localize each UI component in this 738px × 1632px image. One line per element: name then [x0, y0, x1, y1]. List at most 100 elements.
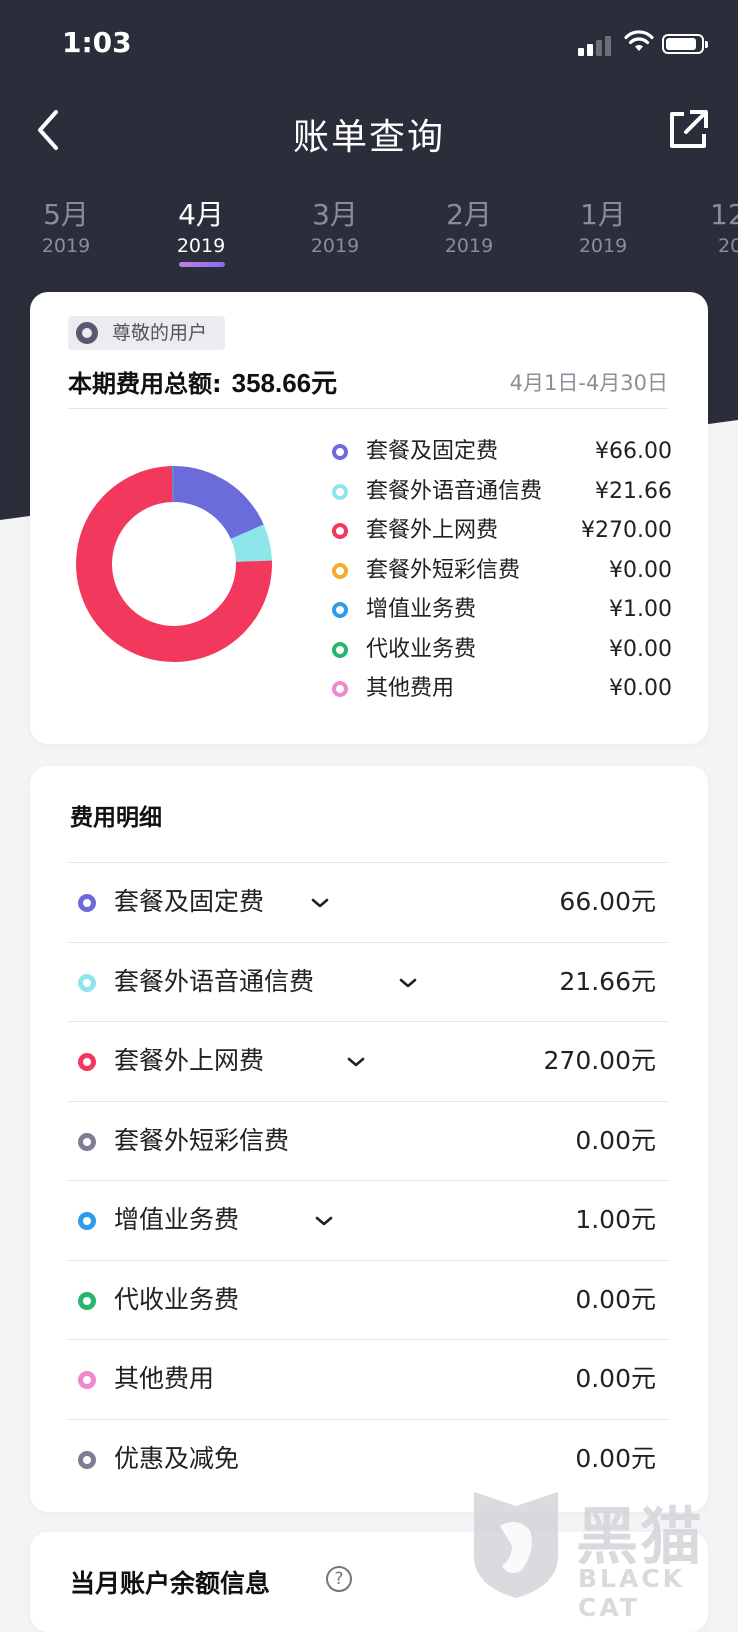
fee-legend: 套餐及固定费 ¥66.00 套餐外语音通信费 ¥21.66 套餐外上网费 ¥270.00 套…	[332, 432, 672, 709]
chevron-down-icon[interactable]	[346, 1056, 366, 1068]
tab-month-5[interactable]: 5月 2019	[16, 198, 116, 258]
fee-item-value: 66.00元	[559, 887, 656, 916]
tab-month-1[interactable]: 1月 2019	[553, 198, 653, 258]
balance-title: 当月账户余额信息	[70, 1569, 271, 1598]
legend-item: 增值业务费 ¥1.00	[332, 590, 672, 630]
status-bar: 1:03	[0, 0, 738, 90]
legend-dot-icon	[332, 681, 348, 697]
legend-value: ¥1.00	[609, 597, 672, 622]
fee-item-name: 代收业务费	[114, 1284, 240, 1314]
user-tag: 尊敬的用户	[68, 316, 226, 350]
fee-item-value: 0.00元	[575, 1125, 656, 1155]
fee-detail-row[interactable]: 套餐外上网费 270.00元	[68, 1021, 668, 1101]
tab-month-12[interactable]: 12 20	[686, 198, 738, 258]
help-icon[interactable]: ?	[326, 1566, 352, 1592]
fee-item-name: 其他费用	[114, 1364, 215, 1393]
fee-dot-icon	[78, 894, 96, 912]
user-icon	[76, 322, 98, 344]
legend-value: ¥0.00	[609, 557, 672, 583]
fee-item-value: 21.66元	[559, 966, 656, 996]
tab-month-label: 5月	[43, 198, 89, 231]
legend-label: 套餐外语音通信费	[366, 478, 543, 504]
fee-detail-row[interactable]: 套餐及固定费 66.00元	[68, 862, 668, 942]
legend-dot-icon	[332, 444, 348, 460]
tab-month-label: 4月	[178, 198, 224, 231]
fee-item-value: 270.00元	[543, 1046, 656, 1075]
fee-detail-row: 优惠及减免 0.00元	[68, 1418, 668, 1499]
active-tab-underline	[179, 262, 225, 267]
tab-year-label: 2019	[444, 235, 494, 257]
fee-detail-row[interactable]: 套餐外语音通信费 21.66元	[68, 941, 668, 1022]
legend-item: 套餐外上网费 ¥270.00	[332, 511, 672, 551]
legend-label: 套餐及固定费	[366, 439, 499, 464]
fee-item-value: 0.00元	[575, 1284, 656, 1314]
billing-period: 4月1日-4月30日	[509, 371, 668, 395]
tab-year-label: 2019	[578, 235, 628, 257]
tab-year-label: 2019	[310, 235, 360, 257]
legend-dot-icon	[332, 602, 348, 618]
legend-value: ¥0.00	[609, 676, 672, 701]
fee-detail-list: 套餐及固定费 66.00元 套餐外语音通信费 21.66元 套餐外上网费 270.00元套…	[68, 862, 668, 1498]
share-button[interactable]	[664, 106, 712, 154]
chevron-down-icon[interactable]	[314, 1215, 334, 1227]
fee-dot-icon	[78, 1132, 96, 1151]
legend-label: 增值业务费	[366, 597, 477, 622]
tab-month-label: 12	[710, 198, 738, 231]
tab-month-4[interactable]: 4月 2019	[151, 198, 251, 267]
fee-detail-card: 费用明细 套餐及固定费 66.00元套餐外语音通信费 21.66元套餐外上网费 270…	[30, 766, 708, 1512]
bill-summary-card: 尊敬的用户 本期费用总额: 358.66元 4月1日-4月30日 套餐及固定费 ¥6…	[30, 292, 708, 744]
tab-year-label: 2019	[176, 235, 226, 257]
fee-detail-row: 套餐外短彩信费 0.00元	[68, 1100, 668, 1181]
tab-month-label: 3月	[312, 198, 358, 231]
total-amount-row: 本期费用总额: 358.66元	[68, 358, 337, 409]
tab-year-label: 2019	[41, 235, 91, 257]
nav-bar: 账单查询	[0, 90, 738, 170]
fee-item-name: 增值业务费	[114, 1205, 240, 1234]
fee-detail-row: 代收业务费 0.00元	[68, 1259, 668, 1340]
legend-dot-icon	[332, 562, 348, 579]
legend-item: 套餐外短彩信费 ¥0.00	[332, 551, 672, 591]
fee-item-name: 套餐外短彩信费	[114, 1125, 290, 1155]
page-title: 账单查询	[292, 117, 445, 158]
user-tag-label: 尊敬的用户	[112, 322, 208, 344]
chevron-down-icon[interactable]	[310, 897, 330, 909]
fee-dot-icon	[78, 1291, 96, 1310]
legend-item: 代收业务费 ¥0.00	[332, 630, 672, 670]
fee-item-name: 套餐外语音通信费	[114, 966, 315, 996]
status-time: 1:03	[62, 26, 132, 59]
fee-donut-chart	[75, 466, 272, 662]
legend-dot-icon	[332, 523, 348, 539]
legend-value: ¥66.00	[595, 439, 672, 464]
fee-dot-icon	[78, 1450, 96, 1469]
donut-slice	[174, 466, 264, 540]
fee-detail-row[interactable]: 增值业务费 1.00元	[68, 1180, 668, 1260]
fee-dot-icon	[78, 1212, 96, 1230]
legend-label: 其他费用	[366, 676, 455, 701]
balance-card: 当月账户余额信息 ?	[30, 1532, 708, 1632]
legend-value: ¥21.66	[595, 478, 672, 504]
fee-dot-icon	[78, 973, 96, 992]
legend-label: 代收业务费	[366, 636, 477, 662]
fee-item-value: 1.00元	[575, 1205, 656, 1234]
total-amount: 358.66元	[231, 368, 338, 398]
fee-dot-icon	[78, 1371, 96, 1389]
legend-label: 套餐外上网费	[366, 518, 499, 543]
tab-month-3[interactable]: 3月 2019	[285, 198, 385, 258]
battery-icon	[662, 34, 708, 54]
legend-item: 套餐及固定费 ¥66.00	[332, 432, 672, 472]
chevron-down-icon[interactable]	[398, 977, 418, 989]
fee-detail-title: 费用明细	[70, 805, 162, 831]
tab-month-2[interactable]: 2月 2019	[419, 198, 519, 258]
month-tabs: 5月 2019 4月 2019 3月 2019 2月 2019 1月 2019 …	[0, 198, 738, 278]
legend-value: ¥0.00	[609, 636, 672, 662]
tab-year-label: 20	[718, 235, 738, 257]
divider	[68, 408, 668, 409]
fee-detail-row: 其他费用 0.00元	[68, 1339, 668, 1419]
fee-dot-icon	[78, 1053, 96, 1071]
legend-dot-icon	[332, 483, 348, 500]
fee-item-name: 套餐外上网费	[114, 1046, 265, 1075]
wifi-icon	[624, 30, 654, 51]
fee-item-name: 优惠及减免	[114, 1443, 240, 1473]
legend-item: 其他费用 ¥0.00	[332, 669, 672, 709]
total-label: 本期费用总额:	[68, 370, 222, 398]
